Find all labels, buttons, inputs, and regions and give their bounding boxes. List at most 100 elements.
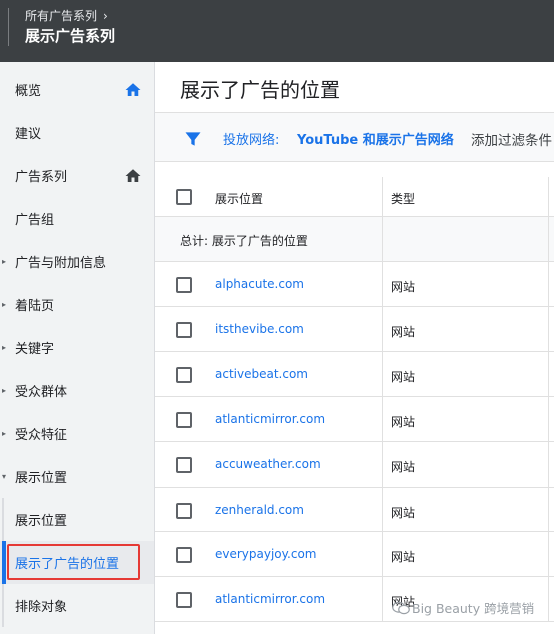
breadcrumb-all-campaigns[interactable]: 所有广告系列 [25, 7, 97, 24]
expand-arrow-icon: ▸ [2, 300, 7, 309]
sidebar-item-landing-pages[interactable]: ▸ 着陆页 [0, 283, 154, 326]
type-value: 网站 [391, 415, 416, 429]
column-header-placement[interactable]: 展示位置 [215, 190, 263, 207]
placement-cell: zenherald.com [155, 488, 383, 531]
placement-link[interactable]: accuweather.com [215, 457, 321, 471]
highlight-box [7, 544, 140, 580]
type-value: 网站 [391, 370, 416, 384]
type-value: 网站 [391, 280, 416, 294]
home-icon [125, 82, 141, 96]
home-icon [125, 168, 141, 182]
type-value: 网站 [391, 506, 416, 520]
table-row: everypayjoy.com 网站 [155, 532, 554, 577]
table-row: itsthevibe.com 网站 [155, 307, 554, 352]
header-divider [8, 8, 9, 46]
placement-cell: atlanticmirror.com [155, 577, 383, 621]
active-indicator [2, 541, 6, 584]
table-row: atlanticmirror.com 网站 [155, 397, 554, 442]
chevron-right-icon: › [103, 8, 108, 23]
total-label: 总计: 展示了广告的位置 [180, 234, 308, 248]
sidebar-item-label: 排除对象 [15, 600, 68, 615]
filter-value[interactable]: YouTube 和展示广告网络 [297, 129, 454, 148]
type-value: 网站 [391, 550, 416, 564]
placement-link[interactable]: itsthevibe.com [215, 322, 304, 336]
wechat-icon [392, 601, 410, 614]
placement-link[interactable]: activebeat.com [215, 367, 308, 381]
row-checkbox[interactable] [176, 457, 192, 473]
row-checkbox[interactable] [176, 503, 192, 519]
row-checkbox[interactable] [176, 367, 192, 383]
sidebar-item-label: 建议 [15, 127, 42, 142]
row-checkbox[interactable] [176, 547, 192, 563]
sidebar-item-keywords[interactable]: ▸ 关键字 [0, 326, 154, 369]
sidebar-item-placements[interactable]: ▾ 展示位置 [0, 455, 154, 498]
add-filter-button[interactable]: 添加过滤条件 [471, 129, 552, 149]
table-row: alphacute.com 网站 [155, 262, 554, 307]
sidebar-item-overview[interactable]: 概览 [0, 68, 154, 111]
column-header-type[interactable]: 类型 [391, 190, 415, 207]
sidebar-item-ad-groups[interactable]: 广告组 [0, 197, 154, 240]
select-all-checkbox[interactable] [176, 189, 192, 205]
placement-link[interactable]: alphacute.com [215, 277, 304, 291]
row-checkbox[interactable] [176, 277, 192, 293]
sidebar-item-recommendations[interactable]: 建议 [0, 111, 154, 154]
total-row: 总计: 展示了广告的位置 [155, 217, 554, 262]
expand-arrow-icon: ▸ [2, 429, 7, 438]
expand-arrow-icon: ▸ [2, 257, 7, 266]
watermark-text: Big Beauty 跨境营销 [412, 601, 535, 616]
sidebar-item-label: 概览 [15, 84, 42, 99]
type-cell: 网站 [383, 397, 549, 441]
type-cell: 网站 [383, 532, 549, 576]
sidebar-item-label: 广告组 [15, 213, 55, 228]
type-cell: 网站 [383, 307, 549, 351]
type-value: 网站 [391, 325, 416, 339]
campaign-header: 所有广告系列 › 展示广告系列 [0, 0, 554, 62]
sidebar-subitem-exclusions[interactable]: 排除对象 [0, 584, 154, 627]
sidebar-item-label: 受众群体 [15, 385, 68, 400]
row-checkbox[interactable] [176, 592, 192, 608]
sidebar-item-label: 展示位置 [15, 471, 68, 486]
placement-cell: itsthevibe.com [155, 307, 383, 351]
sidebar-item-ads-extensions[interactable]: ▸ 广告与附加信息 [0, 240, 154, 283]
table-row: accuweather.com 网站 [155, 442, 554, 488]
placement-link[interactable]: atlanticmirror.com [215, 592, 325, 606]
sidebar-item-label: 展示位置 [15, 514, 68, 529]
header-cell-placement[interactable]: 展示位置 [155, 177, 383, 216]
table-row: activebeat.com 网站 [155, 352, 554, 397]
table-row: zenherald.com 网站 [155, 488, 554, 532]
sidebar-item-label: 着陆页 [15, 299, 55, 314]
filter-icon[interactable] [183, 129, 203, 149]
page-title: 展示了广告的位置 [180, 78, 340, 102]
subnav-guide [2, 498, 4, 541]
placement-cell: atlanticmirror.com [155, 397, 383, 441]
row-checkbox[interactable] [176, 322, 192, 338]
placement-cell: activebeat.com [155, 352, 383, 396]
table-header-row: 展示位置 类型 [155, 177, 554, 217]
sidebar-item-campaigns[interactable]: 广告系列 [0, 154, 154, 197]
row-checkbox[interactable] [176, 412, 192, 428]
sidebar-nav: 概览 建议 广告系列 广告组 ▸ 广告与附加信息 ▸ 着陆页 ▸ 关键字 ▸ 受… [0, 62, 155, 634]
type-cell: 网站 [383, 262, 549, 306]
header-cell-type[interactable]: 类型 [383, 177, 549, 216]
sidebar-subitem-where-ads-showed[interactable]: 展示了广告的位置 [0, 541, 154, 584]
type-cell: 网站 [383, 488, 549, 531]
sidebar-item-label: 广告系列 [15, 170, 68, 185]
collapse-arrow-icon: ▾ [2, 472, 7, 481]
placement-link[interactable]: zenherald.com [215, 503, 304, 517]
total-type-cell [383, 217, 549, 261]
type-cell: 网站 [383, 442, 549, 487]
sidebar-subitem-placements[interactable]: 展示位置 [0, 498, 154, 541]
sidebar-item-audiences[interactable]: ▸ 受众群体 [0, 369, 154, 412]
expand-arrow-icon: ▸ [2, 343, 7, 352]
campaign-title: 展示广告系列 [25, 27, 116, 45]
filter-label[interactable]: 投放网络: [223, 129, 279, 148]
sidebar-item-demographics[interactable]: ▸ 受众特征 [0, 412, 154, 455]
filter-bar: 投放网络: YouTube 和展示广告网络 添加过滤条件 [155, 112, 554, 162]
main-content: 展示了广告的位置 投放网络: YouTube 和展示广告网络 添加过滤条件 展示… [155, 62, 554, 634]
sidebar-item-label: 关键字 [15, 342, 55, 357]
placement-link[interactable]: everypayjoy.com [215, 547, 316, 561]
placement-link[interactable]: atlanticmirror.com [215, 412, 325, 426]
subnav-guide [2, 584, 4, 627]
placement-cell: accuweather.com [155, 442, 383, 487]
breadcrumb[interactable]: 所有广告系列 › [25, 7, 108, 24]
